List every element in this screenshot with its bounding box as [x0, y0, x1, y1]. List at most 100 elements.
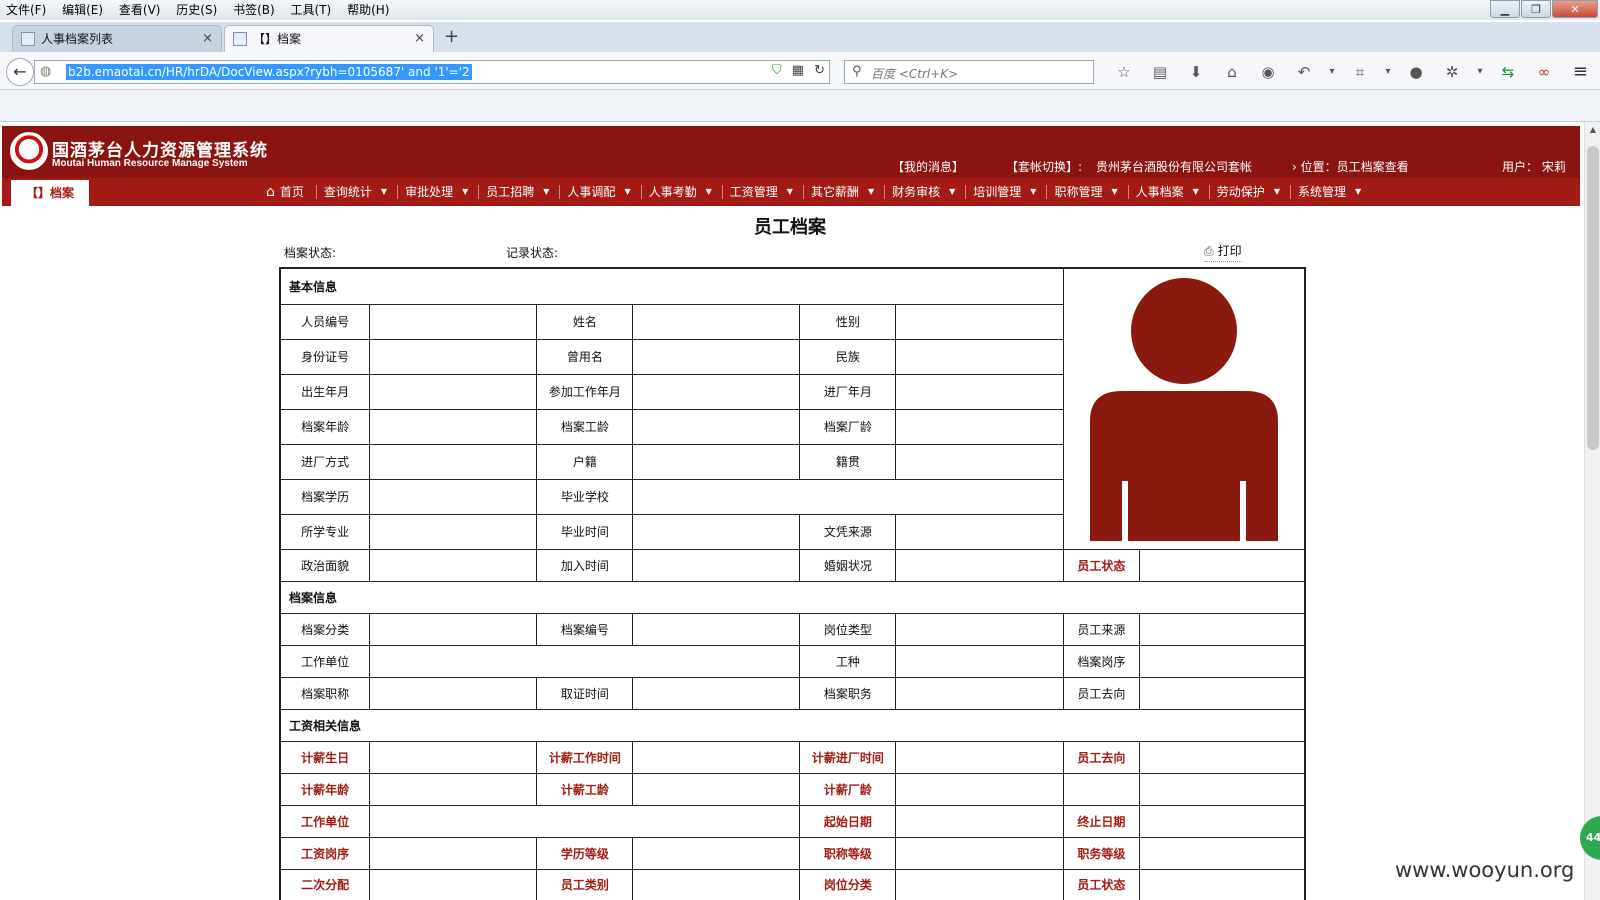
tab-archive[interactable]: 【】档案 ×: [224, 25, 434, 52]
shield-icon[interactable]: ⛉: [772, 63, 782, 78]
menu-edit[interactable]: 编辑(E): [56, 0, 109, 20]
menu-file[interactable]: 文件(F): [0, 0, 52, 20]
app-header: 国酒茅台人力资源管理系统 Moutai Human Resource Manag…: [2, 126, 1580, 178]
field-label: 工资岗序: [279, 836, 371, 870]
vertical-scrollbar[interactable]: ▲: [1584, 122, 1600, 900]
scrollbar-thumb[interactable]: [1587, 146, 1599, 450]
field-label: 人员编号: [279, 303, 371, 340]
nav-salary[interactable]: 工资管理 ▼: [730, 178, 803, 206]
nav-label: 人事调配: [567, 185, 616, 199]
field-value: [632, 303, 801, 340]
field-value: [895, 740, 1064, 774]
menu-tools[interactable]: 工具(T): [285, 0, 338, 20]
url-text[interactable]: b2b.emaotai.cn/HR/hrDA/DocView.aspx?rybh…: [66, 64, 472, 80]
restore-button[interactable]: ❐: [1521, 0, 1551, 18]
chevron-down-icon: ▼: [1030, 187, 1037, 196]
field-label: 政治面貌: [279, 548, 371, 582]
link-icon[interactable]: ∞: [1526, 61, 1562, 83]
nav-other-pay[interactable]: 其它薪酬 ▼: [811, 178, 884, 206]
page-viewport: 国酒茅台人力资源管理系统 Moutai Human Resource Manag…: [0, 122, 1600, 900]
crop-icon[interactable]: ⌗: [1342, 61, 1378, 83]
download-icon[interactable]: ⬇: [1178, 61, 1214, 83]
nav-label: 查询统计: [323, 185, 372, 199]
nav-training[interactable]: 培训管理 ▼: [973, 178, 1046, 206]
field-value: [369, 836, 538, 870]
field-value: [632, 676, 801, 710]
tab-close-icon[interactable]: ×: [202, 26, 213, 52]
menu-history[interactable]: 历史(S): [170, 0, 223, 20]
field-label: 档案分类: [279, 612, 371, 646]
search-bar[interactable]: ⚲ 百度 <Ctrl+K>: [844, 60, 1094, 84]
qr-code-icon[interactable]: ▦: [792, 63, 804, 78]
dropdown-icon[interactable]: ▾: [1322, 61, 1342, 83]
nav-query-stats[interactable]: 查询统计 ▼: [324, 178, 397, 206]
undo-icon[interactable]: ↶: [1286, 61, 1322, 83]
back-button[interactable]: ←: [6, 58, 34, 86]
field-label: 档案编号: [536, 612, 634, 646]
field-value: [369, 676, 538, 710]
print-button[interactable]: ⎙ 打印: [1204, 242, 1242, 262]
tab-close-icon[interactable]: ×: [414, 26, 425, 52]
reading-list-icon[interactable]: ▤: [1142, 61, 1178, 83]
nav-transfer[interactable]: 人事调配 ▼: [567, 178, 640, 206]
search-icon: ⚲: [852, 64, 862, 79]
my-messages-link[interactable]: 【我的消息】: [892, 158, 964, 175]
table-row: 工作单位 起始日期 终止日期: [279, 804, 1306, 838]
nav-system[interactable]: 系统管理 ▼: [1298, 178, 1371, 206]
field-value: [369, 868, 538, 900]
close-window-button[interactable]: ✕: [1552, 0, 1598, 18]
menu-bookmarks[interactable]: 书签(B): [227, 0, 281, 20]
field-label: 工作单位: [279, 804, 371, 838]
field-label: 取证时间: [536, 676, 634, 710]
tab-personnel-list[interactable]: 人事档案列表 ×: [12, 25, 222, 52]
nav-labor-protection[interactable]: 劳动保护 ▼: [1217, 178, 1290, 206]
employee-archive-table: 基本信息 人员编号 姓名 性别 身份证号 曾用名 民族 出生年月 参加工作年月: [279, 267, 1306, 900]
dropdown-icon[interactable]: ▾: [1378, 61, 1398, 83]
nav-finance[interactable]: 财务审核 ▼: [892, 178, 965, 206]
field-label: 档案年龄: [279, 408, 371, 445]
field-label: 计薪工龄: [536, 772, 634, 806]
bug-icon[interactable]: ✲: [1434, 61, 1470, 83]
print-label: 打印: [1217, 244, 1242, 258]
field-value: [369, 772, 538, 806]
field-value: [369, 740, 538, 774]
message-icon[interactable]: ●: [1398, 61, 1434, 83]
url-bar[interactable]: ◍ b2b.emaotai.cn/HR/hrDA/DocView.aspx?ry…: [34, 60, 830, 84]
chevron-down-icon: ▼: [380, 187, 388, 196]
nav-home[interactable]: ⌂ 首页: [266, 178, 304, 206]
sync-icon[interactable]: ⇆: [1490, 61, 1526, 83]
menu-view[interactable]: 查看(V): [113, 0, 167, 20]
field-value: [632, 443, 801, 480]
app-nav: 【】档案 ⌂ 首页 查询统计 ▼ 审批处理 ▼ 员工招聘 ▼ 人事调配 ▼ 人事考勤 ▼ …: [2, 178, 1580, 206]
new-tab-button[interactable]: +: [444, 26, 459, 47]
hamburger-menu-icon[interactable]: ≡: [1573, 61, 1588, 82]
chat-icon[interactable]: ◉: [1250, 61, 1286, 83]
field-value: [369, 548, 538, 582]
nav-titles[interactable]: 职称管理 ▼: [1054, 178, 1127, 206]
field-value: [369, 644, 801, 678]
nav-attendance[interactable]: 人事考勤 ▼: [649, 178, 722, 206]
field-value: [895, 443, 1064, 480]
field-label: 身份证号: [279, 338, 371, 375]
nav-approval[interactable]: 审批处理 ▼: [405, 178, 478, 206]
bookmark-star-icon[interactable]: ☆: [1106, 61, 1142, 83]
field-label: 终止日期: [1062, 804, 1141, 838]
tab-archive-active[interactable]: 【】档案: [11, 180, 89, 206]
home-icon[interactable]: ⌂: [1214, 61, 1250, 83]
avatar-icon: [1089, 278, 1278, 541]
reload-icon[interactable]: ↻: [814, 63, 825, 78]
minimize-button[interactable]: ▁: [1490, 0, 1520, 18]
table-row: 档案分类 档案编号 岗位类型 员工来源: [279, 612, 1306, 646]
scroll-up-icon[interactable]: ▲: [1585, 122, 1600, 138]
record-status-label: 记录状态:: [506, 246, 559, 260]
menu-help[interactable]: 帮助(H): [341, 0, 395, 20]
dropdown-icon[interactable]: ▾: [1470, 61, 1490, 83]
site-info-icon[interactable]: ◍: [40, 64, 51, 79]
chevron-down-icon: ▼: [543, 187, 550, 196]
nav-recruitment[interactable]: 员工招聘 ▼: [486, 178, 559, 206]
account-switch-link[interactable]: 【套帐切换】:: [1006, 158, 1082, 175]
menu-bar: 文件(F) 编辑(E) 查看(V) 历史(S) 书签(B) 工具(T) 帮助(H…: [0, 0, 1600, 20]
field-label: 籍贯: [799, 443, 897, 480]
nav-hr-archive[interactable]: 人事档案 ▼: [1136, 178, 1209, 206]
field-label: 员工状态: [1062, 868, 1141, 900]
